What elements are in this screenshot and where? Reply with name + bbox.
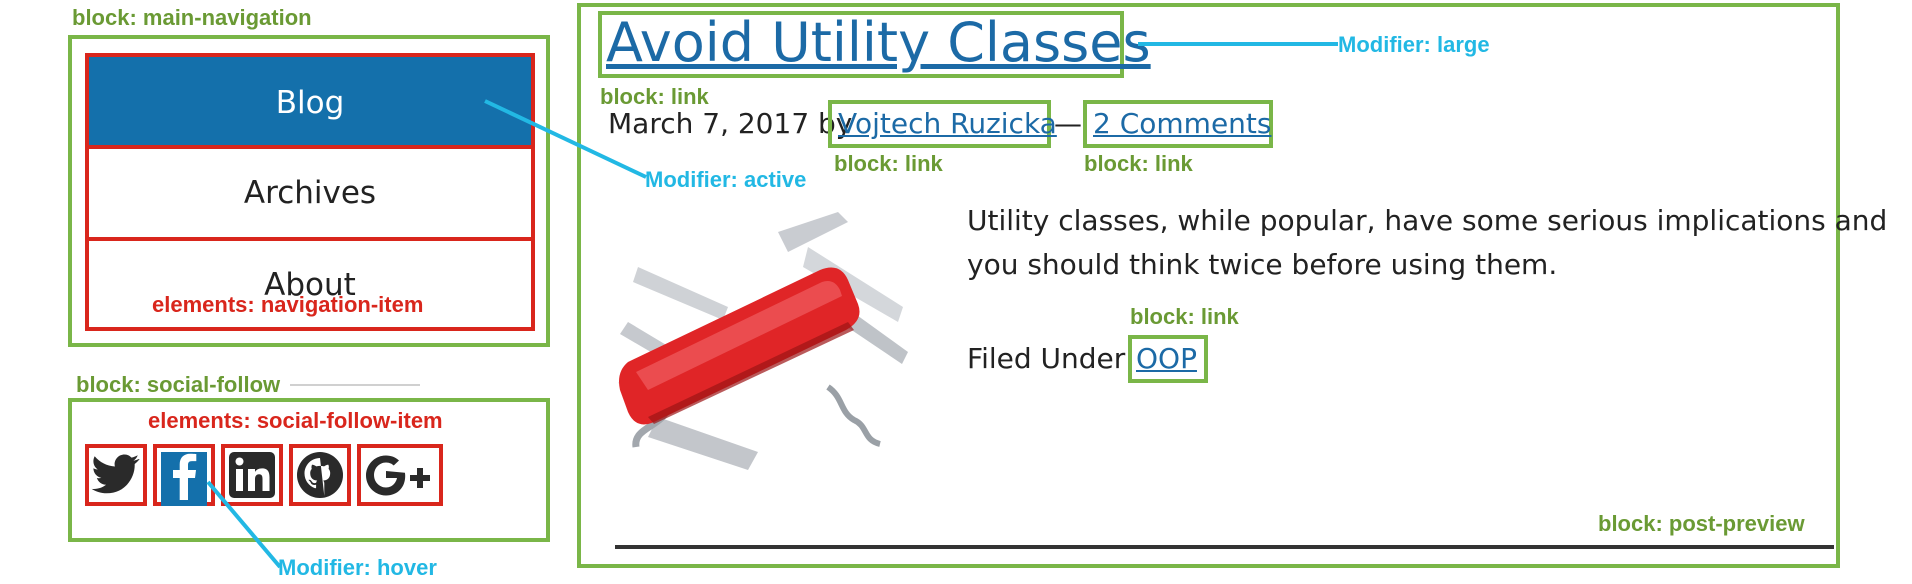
post-excerpt-line: Utility classes, while popular, have som… — [967, 204, 1888, 237]
social-follow-item-facebook[interactable] — [153, 444, 215, 506]
github-icon — [297, 452, 343, 498]
navigation-list: Blog Archives About — [85, 53, 535, 331]
nav-item-label: Blog — [275, 85, 345, 121]
linkedin-icon — [229, 452, 275, 498]
social-follow-item-github[interactable] — [289, 444, 351, 506]
social-follow-item-elements-label: elements: social-follow-item — [148, 408, 443, 433]
social-follow-list — [85, 444, 515, 506]
author-link-block-label: block: link — [834, 151, 943, 176]
navigation-item-elements-label: elements: navigation-item — [152, 292, 424, 317]
twitter-icon — [91, 454, 140, 494]
post-date-author-prefix: March 7, 2017 by — [608, 107, 853, 140]
meta-dash: — — [1054, 107, 1082, 140]
social-follow-item-twitter[interactable] — [85, 444, 147, 506]
post-separator — [615, 545, 1834, 549]
nav-item-archives[interactable]: Archives — [89, 149, 531, 237]
social-follow-item-google-plus[interactable] — [357, 444, 443, 506]
comments-link[interactable]: 2 Comments — [1093, 106, 1272, 142]
swiss-army-knife-thumbnail — [618, 212, 908, 470]
comments-link-block-label: block: link — [1084, 151, 1193, 176]
facebook-icon — [173, 453, 197, 500]
post-excerpt: Utility classes, while popular, have som… — [967, 199, 1887, 287]
nav-item-label: Archives — [243, 175, 377, 211]
social-follow-item-linkedin[interactable] — [221, 444, 283, 506]
google-plus-icon — [366, 455, 430, 496]
nav-item-blog[interactable]: Blog — [89, 57, 531, 149]
social-follow-block-label: block: social-follow — [76, 372, 281, 397]
large-modifier-label: Modifier: large — [1338, 32, 1490, 57]
post-excerpt-line: you should think twice before using them… — [967, 248, 1558, 281]
filed-under-label: Filed Under: — [967, 342, 1135, 375]
post-preview-block-label: block: post-preview — [1598, 511, 1805, 536]
category-link[interactable]: OOP — [1136, 341, 1197, 377]
category-link-block-label: block: link — [1130, 304, 1239, 329]
author-link[interactable]: Vojtech Ruzicka — [838, 106, 1057, 142]
main-navigation-block-label: block: main-navigation — [72, 5, 312, 30]
hover-modifier-label: Modifier: hover — [278, 555, 437, 580]
post-title-link[interactable]: Avoid Utility Classes — [606, 7, 1151, 79]
